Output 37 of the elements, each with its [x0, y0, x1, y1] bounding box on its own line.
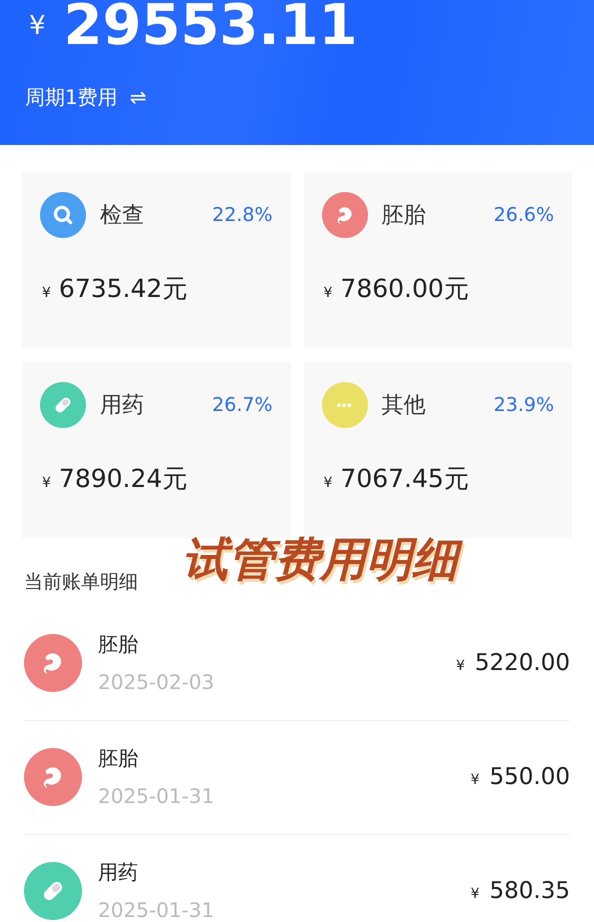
category-percent: 23.9%	[494, 392, 554, 418]
bill-date: 2025-01-31	[98, 897, 214, 922]
bill-amount: 5220.00	[474, 648, 570, 678]
category-name: 检查	[100, 202, 144, 230]
category-name: 胚胎	[382, 202, 426, 230]
category-name: 其他	[382, 392, 426, 420]
bill-date: 2025-01-31	[98, 783, 214, 810]
bill-amount: 550.00	[490, 762, 570, 792]
category-card[interactable]: 检查 22.8% ¥ 6735.42元	[22, 172, 290, 348]
bill-name: 用药	[98, 859, 139, 886]
currency-symbol: ¥	[470, 771, 480, 790]
category-card[interactable]: 胚胎 26.6% ¥ 7860.00元	[304, 172, 572, 348]
bill-name: 胚胎	[98, 745, 139, 772]
currency-symbol: ¥	[456, 657, 465, 676]
category-percent: 26.6%	[494, 202, 554, 228]
currency-symbol: ¥	[42, 284, 51, 302]
category-amount: 7890.24元	[58, 463, 188, 495]
more-icon	[337, 402, 352, 408]
category-amount: 7067.45元	[340, 463, 469, 495]
currency-symbol: ¥	[324, 474, 332, 492]
period-label: 周期1费用	[25, 84, 118, 111]
category-amount: 7860.00元	[340, 273, 469, 305]
bill-amount: 580.35	[490, 876, 570, 906]
currency-symbol: ¥	[324, 284, 332, 302]
category-amount: 6735.42元	[58, 273, 188, 305]
category-card[interactable]: 其他 23.9% ¥ 7067.45元	[304, 362, 572, 538]
currency-symbol: ¥	[29, 10, 46, 43]
switch-button[interactable]: ⇌	[130, 87, 146, 107]
category-name: 用药	[100, 392, 144, 420]
currency-symbol: ¥	[42, 474, 51, 492]
bill-name: 胚胎	[98, 631, 139, 658]
total-amount: 29553.11	[64, 0, 358, 54]
currency-symbol: ¥	[470, 885, 480, 904]
category-percent: 22.8%	[212, 202, 272, 228]
category-percent: 26.7%	[212, 392, 272, 418]
bill-date: 2025-02-03	[98, 669, 214, 696]
section-title: 当前账单明细	[24, 571, 138, 593]
